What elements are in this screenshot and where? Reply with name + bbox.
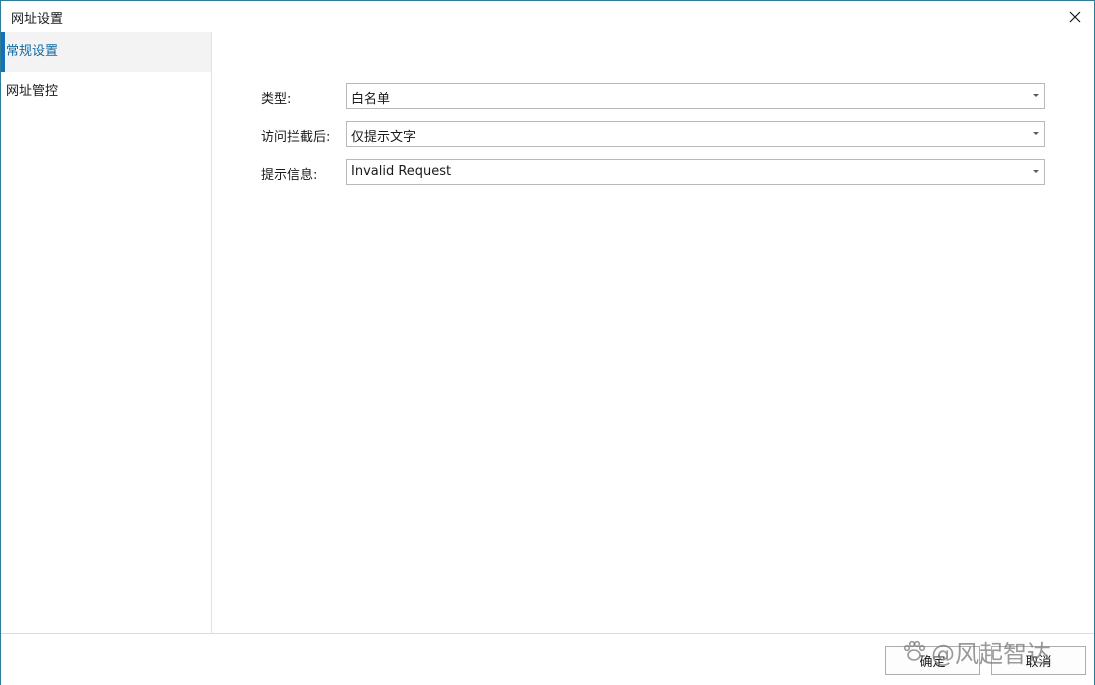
type-row: 类型: 白名单 — [212, 83, 1094, 109]
settings-panel: 类型: 白名单 访问拦截后: 仅提示文字 提示信息: Invalid Reque… — [212, 32, 1094, 633]
sidebar: 常规设置 网址管控 — [1, 32, 212, 633]
close-icon — [1069, 11, 1081, 23]
dialog-footer: 确定 取消 — [1, 633, 1094, 685]
sidebar-item-url-control[interactable]: 网址管控 — [1, 72, 211, 112]
after-block-select-value: 仅提示文字 — [351, 130, 417, 145]
sidebar-item-label: 常规设置 — [6, 44, 59, 59]
window-title: 网址设置 — [11, 12, 64, 27]
type-label: 类型: — [261, 92, 292, 107]
type-select-value: 白名单 — [351, 92, 391, 107]
chevron-down-icon — [1033, 94, 1039, 97]
settings-dialog: 网址设置 常规设置 网址管控 类型: 白名单 访问拦截后: 仅提示文字 提示信息… — [0, 0, 1095, 685]
chevron-down-icon — [1033, 170, 1039, 173]
after-block-row: 访问拦截后: 仅提示文字 — [212, 121, 1094, 147]
sidebar-item-general-settings[interactable]: 常规设置 — [1, 32, 211, 72]
cancel-button[interactable]: 取消 — [991, 646, 1086, 675]
message-row: 提示信息: Invalid Request — [212, 159, 1094, 185]
ok-button[interactable]: 确定 — [885, 646, 980, 675]
after-block-select[interactable]: 仅提示文字 — [346, 121, 1045, 147]
after-block-label: 访问拦截后: — [261, 130, 331, 145]
message-select[interactable]: Invalid Request — [346, 159, 1045, 185]
close-button[interactable] — [1062, 5, 1088, 29]
sidebar-item-label: 网址管控 — [6, 84, 59, 99]
message-label: 提示信息: — [261, 168, 318, 183]
title-bar: 网址设置 — [1, 1, 1094, 32]
message-select-value: Invalid Request — [351, 164, 452, 179]
type-select[interactable]: 白名单 — [346, 83, 1045, 109]
chevron-down-icon — [1033, 132, 1039, 135]
